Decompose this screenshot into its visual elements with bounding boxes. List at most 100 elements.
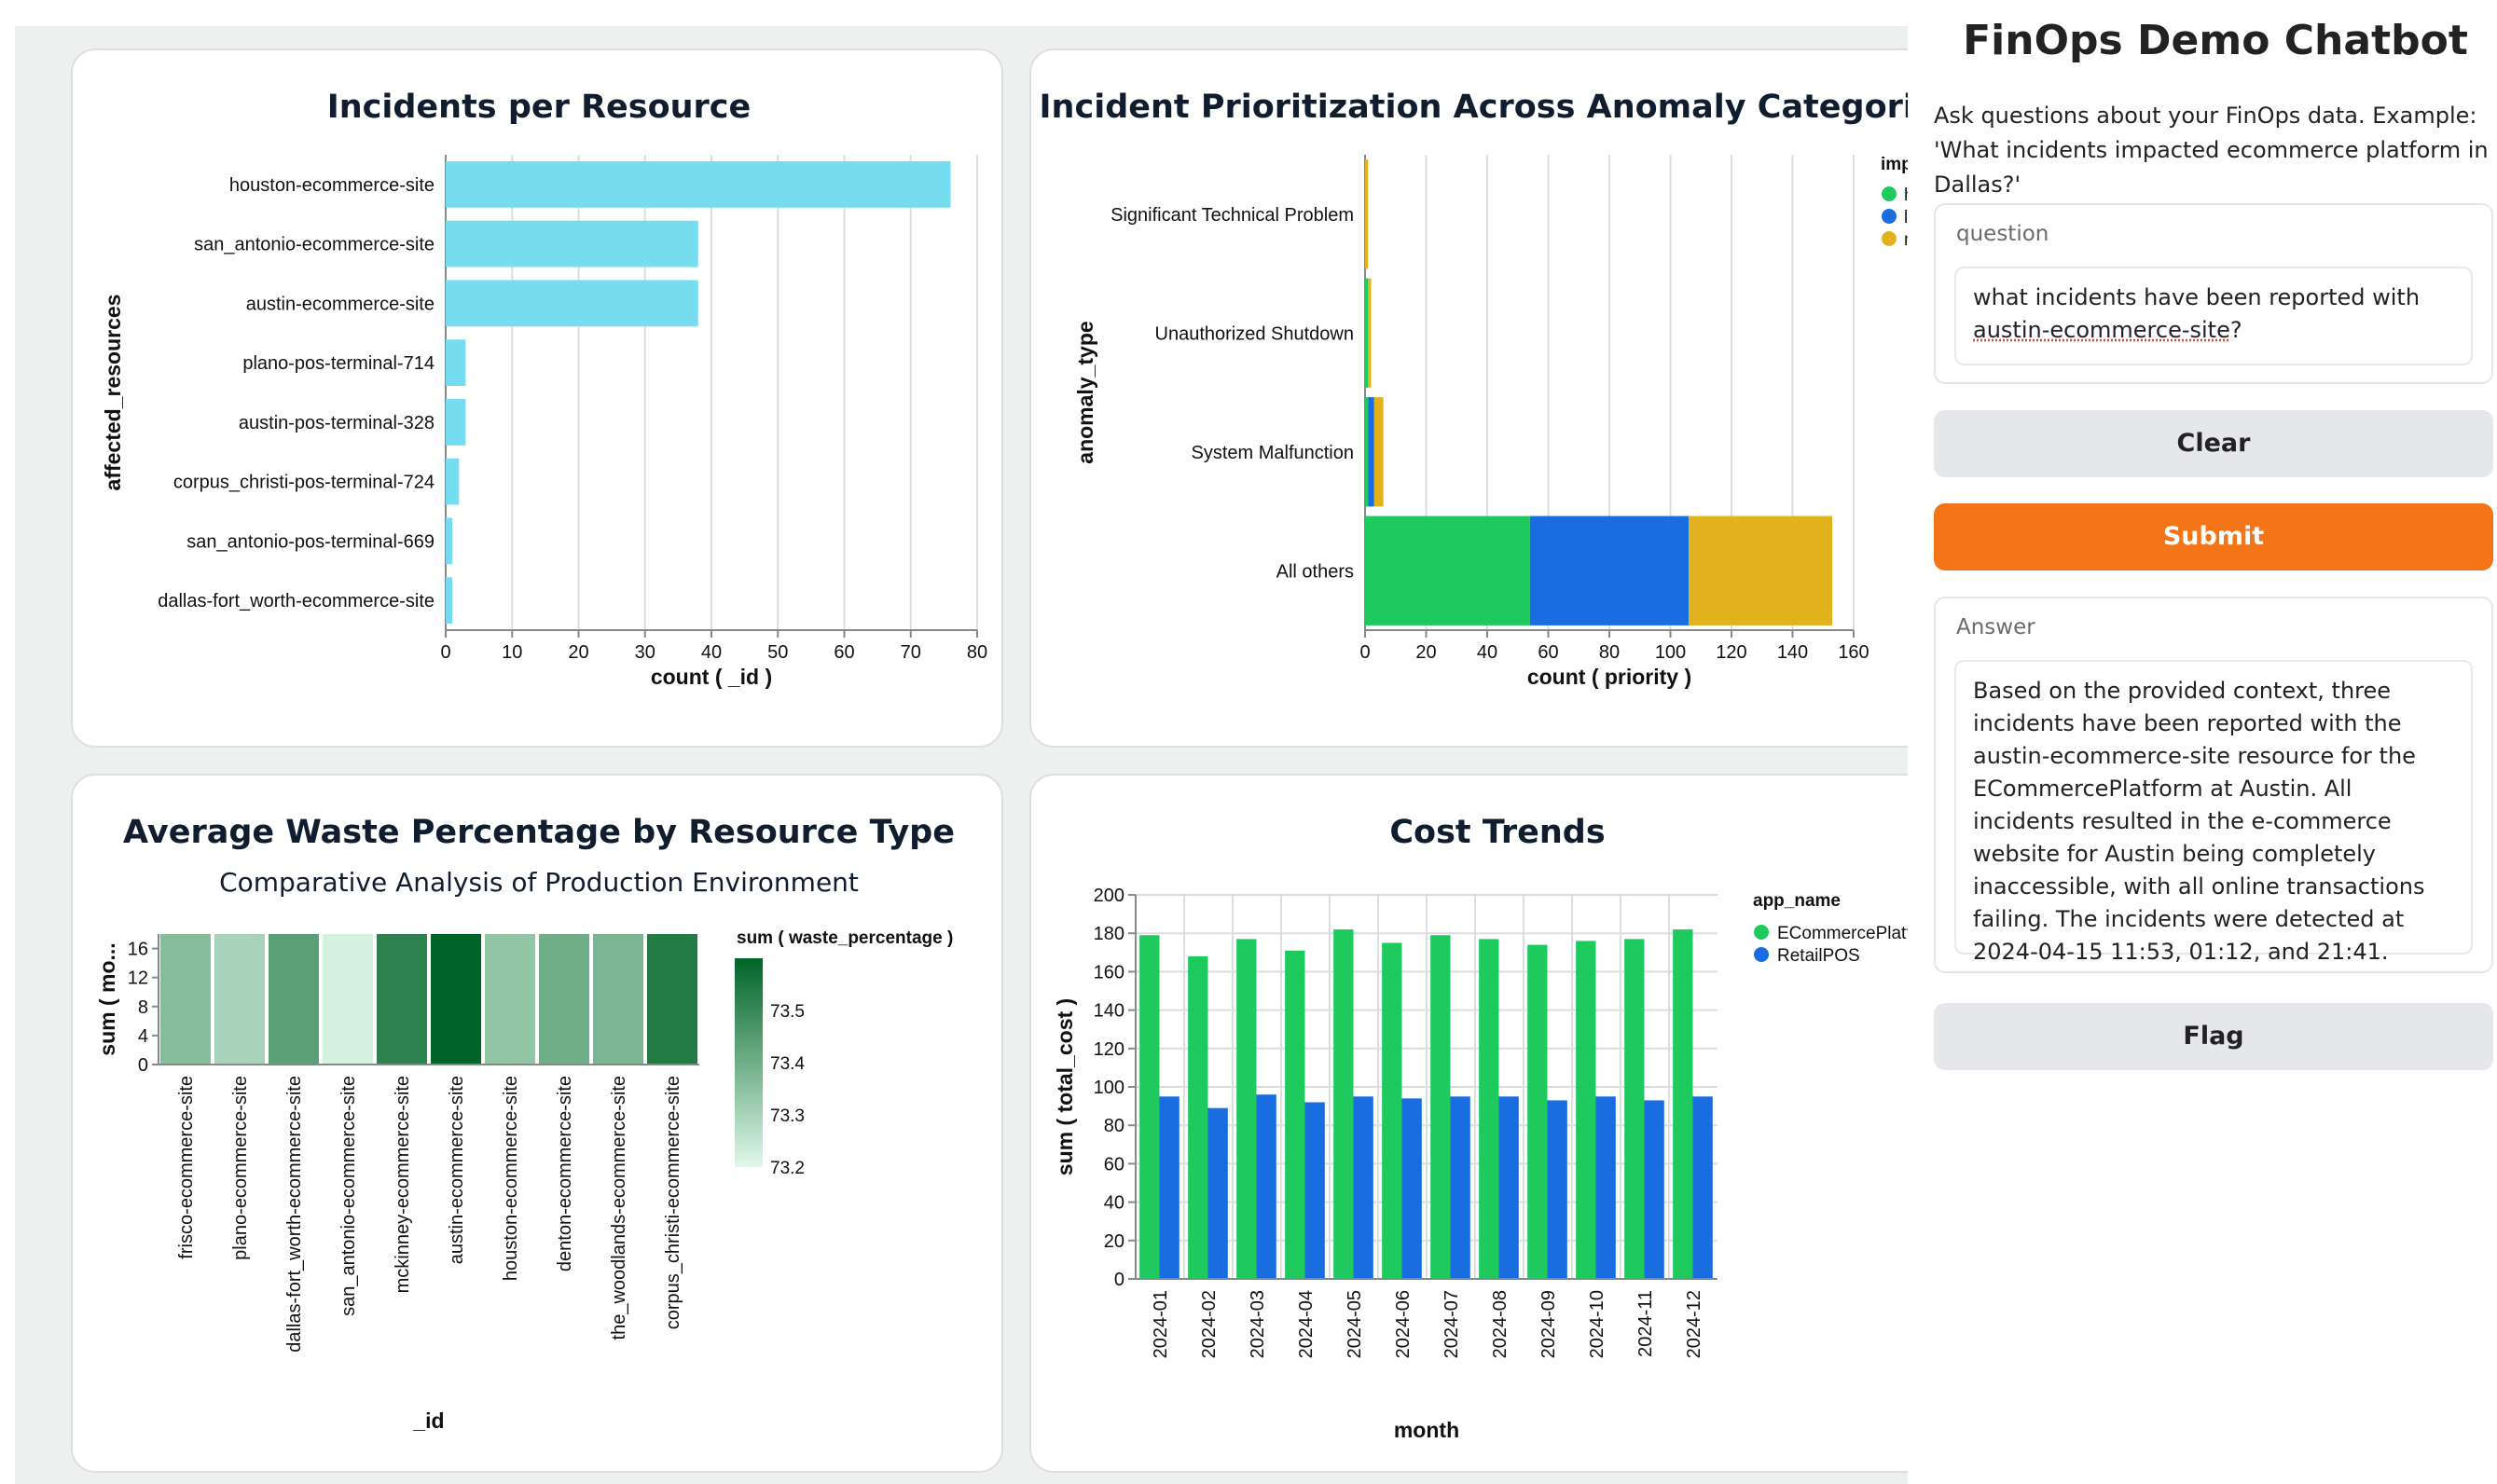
bar	[446, 161, 951, 208]
bar-segment-medi	[1365, 159, 1369, 269]
y-tick-label: All others	[1276, 561, 1354, 582]
y-tick-label: 40	[1104, 1193, 1124, 1214]
heatmap-cell	[593, 934, 643, 1065]
legend-swatch	[1882, 209, 1897, 224]
y-tick-label: 140	[1094, 1001, 1124, 1022]
x-tick-label: 2024-03	[1248, 1290, 1268, 1358]
incident-prioritization-card: Incident Prioritization Across Anomaly C…	[1029, 48, 1962, 748]
chatbot-panel: FinOps Demo Chatbot Ask questions about …	[1908, 0, 2497, 1484]
incidents-per-resource-card: Incidents per Resource 0 10 20 30 40 50 60 70 80 h…	[71, 48, 1003, 748]
x-tick-label: 2024-01	[1151, 1290, 1171, 1358]
y-tick-label: 16	[128, 940, 148, 960]
flag-button[interactable]: Flag	[1934, 1003, 2493, 1070]
bar-segment-low	[1529, 515, 1690, 625]
x-tick-label: 80	[1599, 642, 1620, 663]
bar	[446, 220, 698, 268]
bar-ECommercePlatfc	[1673, 929, 1693, 1279]
question-block: question what incidents have been report…	[1934, 203, 2493, 384]
x-tick-label: 2024-05	[1345, 1290, 1365, 1358]
question-resource: austin-ecommerce-site	[1973, 317, 2230, 343]
question-mark: ?	[2229, 317, 2242, 343]
y-tick-label: austin-ecommerce-site	[246, 294, 435, 314]
question-label: question	[1956, 222, 2049, 246]
bar-RetailPOS	[1256, 1094, 1276, 1279]
x-tick-label: 0	[1359, 642, 1370, 663]
y-tick-label: 0	[138, 1055, 148, 1076]
y-tick-label: san_antonio-pos-terminal-669	[186, 531, 435, 552]
x-tick-label: frisco-ecommerce-site	[176, 1076, 197, 1259]
y-tick-label: 60	[1104, 1154, 1124, 1175]
heatmap-cell	[269, 934, 319, 1065]
answer-output[interactable]: Based on the provided context, three inc…	[1954, 660, 2473, 965]
x-tick-label: 80	[967, 642, 987, 663]
heatmap-cell	[431, 934, 481, 1065]
bar	[446, 339, 466, 386]
legend-swatch	[1882, 186, 1897, 201]
y-tick-label: dallas-fort_worth-ecommerce-site	[158, 591, 435, 611]
bar-segment-high	[1365, 397, 1369, 507]
y-tick-label: austin-pos-terminal-328	[239, 413, 435, 433]
x-tick-label: austin-ecommerce-site	[447, 1076, 467, 1264]
bar-RetailPOS	[1304, 1102, 1325, 1279]
x-tick-label: 2024-02	[1199, 1290, 1220, 1358]
x-tick-label: 160	[1838, 642, 1869, 663]
heatmap-cell	[485, 934, 535, 1065]
cost-trends-chart: Cost Trends 0 20 40 60 80 100 120 140 160 180 200 20…	[1053, 814, 1920, 1442]
bar-segment-high	[1365, 515, 1530, 625]
legend-swatch	[1754, 947, 1769, 962]
x-tick-label: 2024-11	[1635, 1290, 1656, 1357]
submit-button[interactable]: Submit	[1934, 503, 2493, 570]
x-tick-label: 2024-10	[1587, 1290, 1607, 1358]
chart-title: Cost Trends	[1389, 814, 1605, 851]
legend-swatch	[1754, 925, 1769, 940]
y-axis-title: sum ( total_cost )	[1053, 998, 1077, 1175]
y-tick-label: 100	[1094, 1078, 1124, 1098]
legend-label: RetailPOS	[1777, 946, 1860, 966]
x-tick-label: dallas-fort_worth-ecommerce-site	[284, 1076, 305, 1353]
y-tick-label: 120	[1094, 1039, 1124, 1060]
x-tick-label: denton-ecommerce-site	[555, 1076, 575, 1271]
x-tick-label: 20	[1415, 642, 1436, 663]
x-tick-label: 2024-09	[1538, 1290, 1559, 1358]
answer-block: Answer Based on the provided context, th…	[1934, 597, 2493, 973]
bar-ECommercePlatfc	[1285, 950, 1305, 1279]
x-axis-title: _id	[412, 1408, 444, 1433]
bar-segment-low	[1368, 397, 1374, 507]
y-tick-label: plano-pos-terminal-714	[242, 353, 435, 374]
x-tick-label: 40	[1477, 642, 1497, 663]
clear-button[interactable]: Clear	[1934, 410, 2493, 477]
bar-ECommercePlatfc	[1430, 935, 1451, 1279]
bar-RetailPOS	[1547, 1100, 1567, 1279]
bar-ECommercePlatfc	[1382, 942, 1402, 1279]
x-tick-label: 40	[701, 642, 722, 663]
legend-title: sum ( waste_percentage )	[737, 928, 953, 948]
question-input[interactable]: what incidents have been reported with a…	[1954, 267, 2473, 365]
y-tick-label: 160	[1094, 962, 1124, 982]
bar-RetailPOS	[1644, 1100, 1664, 1279]
y-tick-label: 4	[138, 1026, 148, 1047]
dashboard-area: Incidents per Resource 0 10 20 30 40 50 60 70 80 h…	[15, 26, 1962, 1484]
bar	[446, 517, 453, 565]
chart-subtitle: Comparative Analysis of Production Envir…	[219, 867, 859, 898]
bar-segment-medi	[1373, 397, 1384, 507]
heatmap-cell	[377, 934, 427, 1065]
x-tick-label: 120	[1716, 642, 1746, 663]
bar-RetailPOS	[1450, 1096, 1470, 1279]
bar-RetailPOS	[1401, 1098, 1422, 1279]
y-tick-label: 12	[128, 969, 148, 989]
legend-label: ECommercePlatfc	[1777, 924, 1920, 943]
bar-ECommercePlatfc	[1479, 939, 1499, 1279]
y-tick-label: 80	[1104, 1116, 1124, 1136]
x-tick-label: 60	[1538, 642, 1558, 663]
color-scale-label: 73.4	[770, 1054, 805, 1074]
incidents-per-resource-chart: Incidents per Resource 0 10 20 30 40 50 60 70 80 h…	[101, 89, 987, 689]
x-tick-label: 2024-12	[1684, 1290, 1704, 1358]
y-tick-label: Significant Technical Problem	[1111, 205, 1354, 226]
bar-ECommercePlatfc	[1188, 955, 1208, 1279]
x-tick-label: 50	[767, 642, 788, 663]
x-axis-title: month	[1394, 1418, 1459, 1442]
bar	[446, 458, 460, 505]
bar	[446, 399, 466, 446]
heatmap-cell	[214, 934, 265, 1065]
bar	[446, 280, 698, 327]
